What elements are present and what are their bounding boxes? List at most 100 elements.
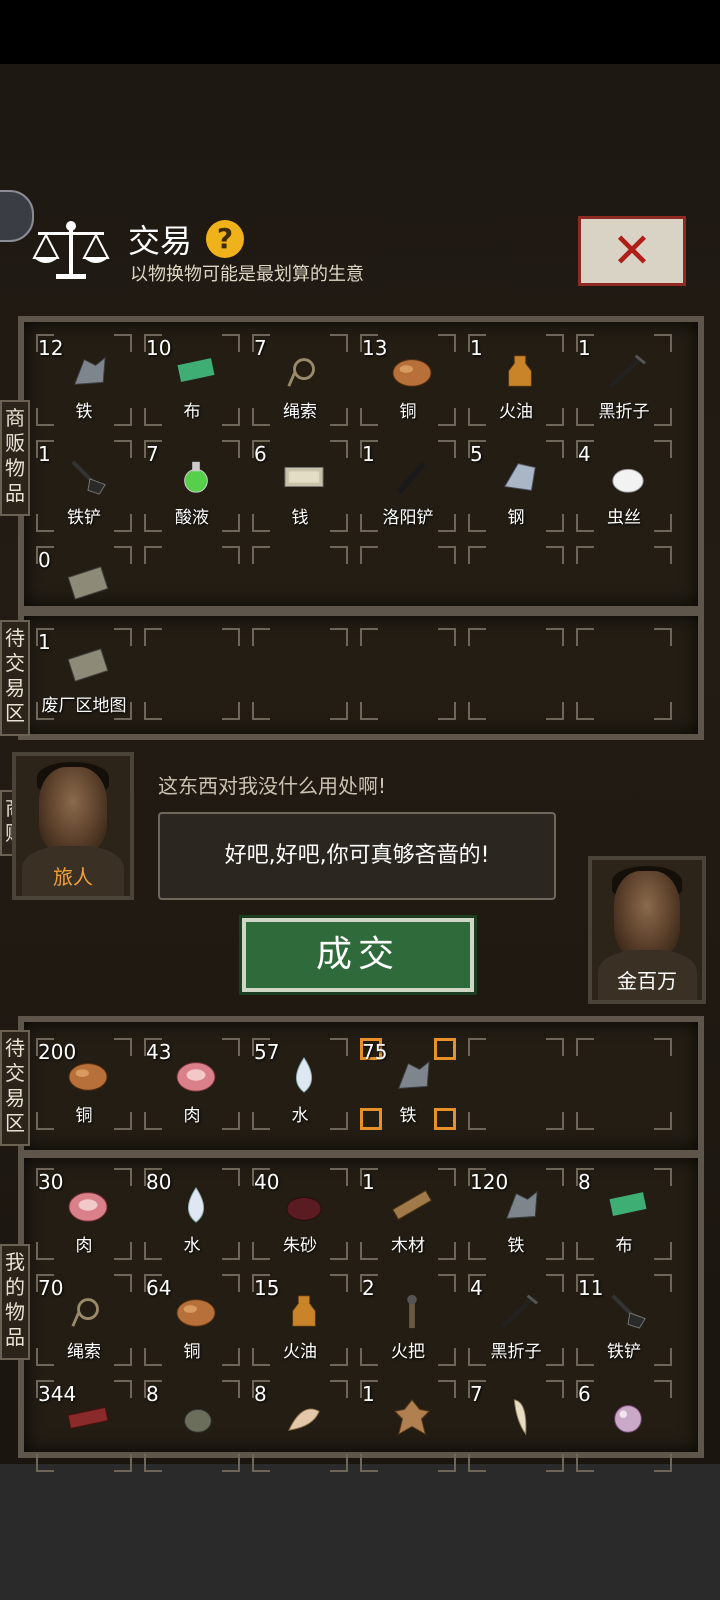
inventory-slot[interactable]: 1 黑折子 — [572, 330, 676, 430]
item-name: 洛阳铲 — [382, 508, 434, 528]
slot-corner — [438, 440, 456, 458]
item-quantity: 4 — [578, 442, 591, 466]
slot-corner — [222, 546, 240, 564]
slot-corner — [330, 1038, 348, 1056]
slot-corner — [576, 1112, 594, 1130]
inventory-slot[interactable]: 7 绳索 — [248, 330, 352, 430]
inventory-slot[interactable]: 43 肉 — [140, 1034, 244, 1134]
inventory-slot[interactable]: 1 铁铲 — [32, 436, 136, 536]
item-name: 布 — [615, 1236, 633, 1256]
inventory-slot[interactable]: 40 朱砂 — [248, 1164, 352, 1264]
slot-corner — [144, 702, 162, 720]
inventory-slot[interactable]: 80 水 — [140, 1164, 244, 1264]
slot-corner — [114, 546, 132, 564]
gourd-icon — [184, 1408, 212, 1433]
merchant-goods-label: 商贩物品 — [0, 400, 30, 516]
item-quantity: 5 — [470, 442, 483, 466]
item-name: 虫丝 — [607, 508, 641, 528]
inventory-slot[interactable]: 1 — [356, 1376, 460, 1476]
inventory-slot[interactable] — [572, 624, 676, 724]
item-quantity: 8 — [254, 1382, 267, 1406]
inventory-slot[interactable]: 1 洛阳铲 — [356, 436, 460, 536]
slot-corner — [546, 1274, 564, 1292]
deal-button[interactable]: 成交 — [242, 918, 474, 992]
inventory-slot[interactable]: 70 绳索 — [32, 1270, 136, 1370]
inventory-slot[interactable] — [464, 1034, 568, 1134]
item-quantity: 7 — [146, 442, 159, 466]
meat-icon — [68, 1192, 108, 1222]
slot-corner — [114, 1168, 132, 1186]
inventory-slot[interactable]: 6钱 — [248, 436, 352, 536]
inventory-slot[interactable] — [356, 624, 460, 724]
inventory-slot[interactable]: 200 铜 — [32, 1034, 136, 1134]
inventory-slot[interactable] — [248, 624, 352, 724]
slot-corner — [252, 1454, 270, 1472]
iron-ore-icon — [73, 356, 106, 385]
slot-corner — [654, 1380, 672, 1398]
slot-corner — [360, 702, 378, 720]
close-icon: ✕ — [611, 223, 653, 279]
slot-corner — [438, 702, 456, 720]
close-button[interactable]: ✕ — [578, 216, 686, 286]
inventory-slot[interactable]: 12 铁 — [32, 330, 136, 430]
slot-corner — [360, 628, 378, 646]
item-quantity: 80 — [146, 1170, 172, 1194]
inventory-slot[interactable]: 15 火油 — [248, 1270, 352, 1370]
slot-corner — [654, 440, 672, 458]
slot-corner — [330, 1274, 348, 1292]
torch-icon — [407, 1294, 417, 1329]
inventory-slot[interactable]: 5钢 — [464, 436, 568, 536]
slot-corner — [252, 546, 270, 564]
slot-corner — [576, 546, 594, 564]
slot-corner — [576, 1038, 594, 1056]
slot-corner — [114, 440, 132, 458]
kerosene-icon — [508, 355, 532, 387]
slot-corner — [330, 546, 348, 564]
help-icon[interactable]: ? — [206, 220, 244, 258]
inventory-slot[interactable] — [572, 1034, 676, 1134]
item-quantity: 30 — [38, 1170, 64, 1194]
inventory-slot[interactable]: 8 — [140, 1376, 244, 1476]
inventory-slot[interactable]: 11 铁铲 — [572, 1270, 676, 1370]
inventory-slot[interactable]: 4 虫丝 — [572, 436, 676, 536]
inventory-slot[interactable]: 7 酸液 — [140, 436, 244, 536]
inventory-slot[interactable] — [140, 624, 244, 724]
inventory-slot[interactable]: 344 — [32, 1376, 136, 1476]
inventory-slot[interactable]: 1 木材 — [356, 1164, 460, 1264]
slot-corner — [222, 1038, 240, 1056]
slot-corner — [438, 334, 456, 352]
inventory-slot[interactable]: 57 水 — [248, 1034, 352, 1134]
inventory-slot[interactable]: 1 废厂区地图 — [32, 624, 136, 724]
item-quantity: 1 — [578, 336, 591, 360]
inventory-slot[interactable]: 30 肉 — [32, 1164, 136, 1264]
slot-corner — [222, 1274, 240, 1292]
inventory-slot[interactable]: 8布 — [572, 1164, 676, 1264]
slot-corner — [222, 440, 240, 458]
bottom-area — [0, 1464, 720, 1600]
inventory-slot[interactable]: 1 火油 — [464, 330, 568, 430]
inventory-slot[interactable]: 75 铁 — [356, 1034, 460, 1134]
inventory-slot[interactable]: 2 火把 — [356, 1270, 460, 1370]
slot-corner — [468, 1454, 486, 1472]
item-quantity: 70 — [38, 1276, 64, 1300]
traveler-portrait: 旅人 — [12, 752, 134, 900]
item-quantity: 64 — [146, 1276, 172, 1300]
slot-corner — [546, 1454, 564, 1472]
item-name: 铁铲 — [67, 508, 101, 528]
inventory-slot[interactable]: 120 铁 — [464, 1164, 568, 1264]
inventory-slot[interactable] — [464, 624, 568, 724]
slot-corner — [654, 1112, 672, 1130]
inventory-slot[interactable]: 8 — [248, 1376, 352, 1476]
item-name: 铁 — [399, 1106, 417, 1126]
inventory-slot[interactable]: 6 — [572, 1376, 676, 1476]
slot-corner — [546, 1380, 564, 1398]
inventory-slot[interactable]: 10 布 — [140, 330, 244, 430]
item-quantity: 1 — [362, 442, 375, 466]
inventory-slot[interactable]: 13 铜 — [356, 330, 460, 430]
item-quantity: 6 — [254, 442, 267, 466]
inventory-slot[interactable]: 64 铜 — [140, 1270, 244, 1370]
slot-corner — [468, 1112, 486, 1130]
slot-corner — [546, 440, 564, 458]
inventory-slot[interactable]: 4 黑折子 — [464, 1270, 568, 1370]
inventory-slot[interactable]: 7 — [464, 1376, 568, 1476]
